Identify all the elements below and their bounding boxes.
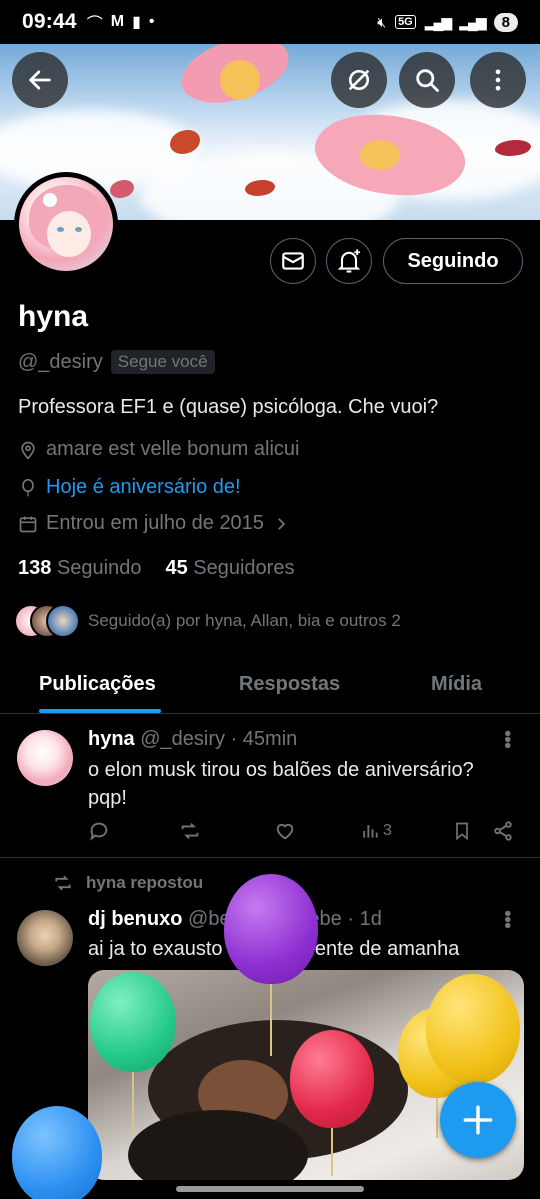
post-avatar[interactable] [17,730,73,786]
balloon-icon [22,478,34,496]
birthday-link[interactable]: Hoje é aniversário de! [46,476,241,499]
share-icon [494,821,512,841]
post-avatar[interactable] [17,910,73,966]
retweet-icon [181,823,199,839]
reply-icon [90,822,108,841]
post-author-name[interactable]: hyna [88,728,135,750]
bell-plus-icon [337,249,361,273]
reply-button[interactable] [88,820,178,842]
birthday-row: Hoje é aniversário de! [18,476,241,499]
tab-replies[interactable]: Respostas [206,656,373,713]
joined-date: Entrou em julho de 2015 [46,512,264,534]
followers-avatars [14,604,80,638]
balloon-icon [426,974,520,1084]
more-button[interactable] [470,52,526,108]
like-icon [276,823,294,840]
search-button[interactable] [399,52,455,108]
post-actions: 3 [88,820,518,842]
balloon-icon [90,972,176,1072]
gmail-icon: M [110,13,125,30]
signal-icon: ▂▄▆ [424,13,452,30]
followed-by-text: Seguido(a) por hyna, Allan, bia e outros… [88,611,401,630]
post-more-icon[interactable]: ••• [495,910,518,928]
message-button[interactable] [270,238,316,284]
battery-indicator: 8 [493,12,518,32]
joined-row[interactable]: Entrou em julho de 2015 [18,512,290,535]
post-header: hyna @_desiry · 45min [88,728,297,751]
tab-posts[interactable]: Publicações [0,656,206,713]
bookmark-button[interactable] [452,820,492,842]
repost-label[interactable]: hyna repostou [52,873,203,893]
more-vertical-icon [495,69,501,91]
status-bar: 09:44 ⌒ M ▮ • 🔇︎ 5G ▂▄▆ ▂▄▆ 8 [0,0,540,44]
compose-plus-icon [463,1105,493,1135]
followers-count-link[interactable]: 45 Seguidores [165,557,294,580]
following-button[interactable]: Seguindo [383,238,523,284]
profile-avatar[interactable] [14,172,118,276]
chevron-right-icon [278,517,286,530]
network-label: 5G [395,15,416,29]
location-row: amare est velle bonum alicui [18,438,299,461]
compose-button[interactable] [440,1082,516,1158]
post-more-icon[interactable]: ••• [495,730,518,748]
balloon-icon [290,1030,374,1128]
followed-by-row[interactable]: Seguido(a) por hyna, Allan, bia e outros… [14,604,401,638]
calendar-icon [19,516,37,532]
like-button[interactable] [274,820,360,842]
status-time: 09:44 [22,10,77,33]
balloon-icon [224,874,318,984]
bookmark-icon [456,822,468,841]
dot-icon: • [148,13,155,30]
retweet-icon [55,875,71,891]
post-time: · 45min [230,728,298,750]
handle-row: @_desiry Segue você [18,350,215,374]
post-author-handle[interactable]: @_desiry [140,728,225,750]
back-arrow-icon [29,70,51,90]
divider [0,857,540,858]
grok-button[interactable] [331,52,387,108]
profile-location: amare est velle bonum alicui [46,438,300,460]
views-count: 3 [383,822,392,839]
views-button[interactable]: 3 [360,821,452,841]
location-icon [21,441,35,460]
profile-handle: @_desiry [18,350,103,373]
views-icon [363,825,378,838]
back-button[interactable] [12,52,68,108]
following-count-link[interactable]: 138 Seguindo [18,557,141,580]
balloon-icon [12,1106,102,1199]
share-button[interactable] [492,820,514,842]
post-text: o elon musk tirou os balões de aniversár… [88,759,474,809]
notification-icon: ⌒ [86,16,103,33]
grok-icon [348,69,370,91]
follows-you-badge: Segue você [110,350,215,374]
profile-tabs: Publicações Respostas Mídia [0,656,540,714]
notify-button[interactable] [326,238,372,284]
post-time: · 1d [347,908,382,930]
profile-name: hyna [18,300,89,333]
mail-icon [282,252,304,270]
search-icon [416,69,439,92]
profile-bio: Professora EF1 e (quase) psicóloga. Che … [18,396,439,418]
signal-2-icon: ▂▄▆ [459,13,486,30]
avatar [46,604,80,638]
gesture-nav-bar[interactable] [176,1186,364,1192]
post-author-name[interactable]: dj benuxo [88,908,182,930]
tab-media[interactable]: Mídia [373,656,540,713]
alert-icon: ▮ [132,14,141,31]
retweet-button[interactable] [178,820,274,842]
follow-counts: 138 Seguindo 45 Seguidores [18,557,294,580]
mute-icon: 🔇︎ [377,13,387,30]
